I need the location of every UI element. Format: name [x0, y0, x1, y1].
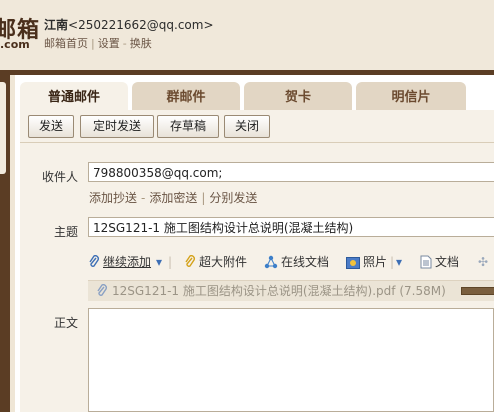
doc-label: 文档 [435, 255, 460, 269]
user-name: 江南 [44, 18, 69, 32]
tab-postcard[interactable]: 明信片 [356, 82, 466, 112]
online-doc-button[interactable]: 在线文档 [264, 252, 329, 272]
big-attach-button[interactable]: 超大附件 [184, 252, 247, 272]
photo-label: 照片 [363, 255, 388, 269]
nav-separator: - [122, 37, 127, 50]
to-label: 收件人 [41, 170, 78, 184]
tab-normal-mail[interactable]: 普通邮件 [20, 82, 128, 112]
tab-group-mail[interactable]: 群邮件 [132, 82, 240, 112]
recipient-options: 添加抄送 - 添加密送 | 分别发送 [89, 189, 257, 206]
mail-header: 邮箱 .com 江南<250221662@qq.com> 邮箱首页 | 设置 - 换肤 [0, 0, 494, 73]
nav-skin-link[interactable]: 换肤 [130, 37, 152, 50]
share-nodes-icon [264, 255, 278, 269]
big-attach-label: 超大附件 [199, 255, 248, 269]
doc-button[interactable]: 文档 [420, 252, 459, 272]
paperclip-icon [89, 255, 99, 267]
link-separator: - [141, 191, 146, 205]
continue-add-dropdown[interactable]: ▾ [156, 252, 162, 272]
attachment-filename: 12SG121-1 施工图结构设计总说明(混凝土结构).pdf (7.58M) [112, 284, 446, 298]
body-editor[interactable] [88, 308, 494, 412]
nav-home-link[interactable]: 邮箱首页 [44, 37, 88, 50]
attachment-paperclip-icon [97, 284, 107, 296]
scheduled-send-button[interactable]: 定时发送 [80, 115, 154, 138]
photo-dropdown[interactable]: ▾ [396, 252, 402, 272]
more-tools-icon[interactable]: ✣ [478, 252, 488, 272]
subject-field[interactable]: 12SG121-1 施工图结构设计总说明(混凝土结构) [88, 217, 494, 237]
send-button[interactable]: 发送 [28, 115, 74, 138]
separate-send-link[interactable]: 分别发送 [209, 191, 257, 205]
nav-settings-link[interactable]: 设置 [98, 37, 120, 50]
user-info: 江南<250221662@qq.com> [44, 16, 214, 33]
save-draft-button[interactable]: 存草稿 [157, 115, 219, 138]
toolbar-divider: | [390, 255, 395, 269]
nav-separator: | [91, 37, 95, 50]
photo-icon [346, 257, 360, 269]
toolbar-divider: | [168, 255, 173, 269]
attachment-row: 12SG121-1 施工图结构设计总说明(混凝土结构).pdf (7.58M) [88, 280, 494, 301]
paperclip-gold-icon [185, 255, 195, 267]
document-icon [420, 255, 432, 269]
logo-domain: .com [0, 38, 30, 51]
add-cc-link[interactable]: 添加抄送 [89, 191, 137, 205]
online-doc-label: 在线文档 [281, 255, 330, 269]
continue-add-button[interactable]: 继续添加 [88, 252, 151, 272]
header-nav: 邮箱首页 | 设置 - 换肤 [44, 35, 152, 51]
continue-add-label: 继续添加 [103, 255, 152, 269]
to-field[interactable]: 798800358@qq.com; [88, 162, 494, 182]
body-label: 正文 [53, 316, 78, 330]
link-separator: | [201, 191, 206, 205]
tab-greeting-card[interactable]: 贺卡 [244, 82, 352, 112]
close-button[interactable]: 关闭 [224, 115, 270, 138]
user-email: <250221662@qq.com> [68, 18, 214, 32]
subject-label: 主题 [53, 225, 78, 239]
sidebar-edge [0, 82, 6, 174]
add-bcc-link[interactable]: 添加密送 [149, 191, 197, 205]
photo-button[interactable]: 照片 [346, 252, 387, 272]
upload-progress-bar [461, 287, 494, 295]
